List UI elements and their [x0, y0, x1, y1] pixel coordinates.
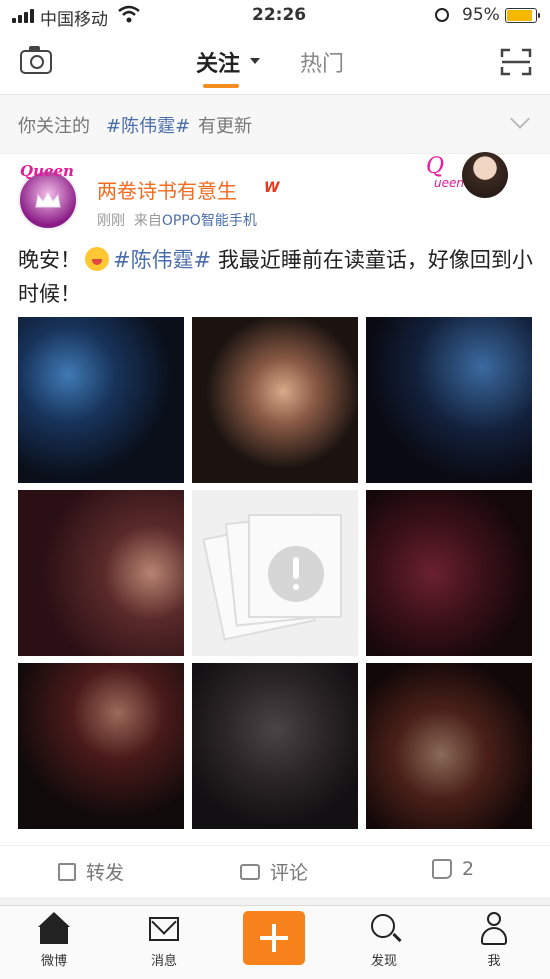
- repost-button[interactable]: 转发: [58, 858, 124, 885]
- crown-icon: [35, 192, 61, 208]
- tab-me[interactable]: 我: [464, 912, 524, 969]
- tab-home-label: 微博: [40, 954, 67, 969]
- post-time: 刚刚: [97, 213, 125, 229]
- mail-icon: [147, 912, 181, 946]
- post-meta: 刚刚 来自OPPO智能手机: [97, 210, 257, 230]
- source-prefix: 来自: [133, 213, 162, 229]
- tab-messages-label: 消息: [150, 954, 177, 969]
- notice-prefix: 你关注的: [18, 116, 90, 137]
- tab-follow[interactable]: 关注: [196, 46, 240, 78]
- comment-label: 评论: [270, 862, 309, 884]
- tab-active-indicator: [203, 84, 239, 88]
- repost-label: 转发: [86, 862, 125, 884]
- home-icon: [37, 912, 71, 946]
- camera-icon[interactable]: [20, 46, 52, 74]
- feed-divider: [0, 897, 550, 905]
- post-image-failed[interactable]: [192, 490, 358, 656]
- tab-messages[interactable]: 消息: [134, 912, 194, 969]
- post-source[interactable]: OPPO智能手机: [162, 213, 257, 229]
- alert-icon: [268, 546, 324, 602]
- search-icon: [367, 912, 401, 946]
- post-image[interactable]: [192, 317, 358, 483]
- comment-icon: [240, 863, 260, 880]
- post-hashtag[interactable]: #陈伟霆#: [113, 248, 211, 272]
- image-grid: [18, 317, 532, 829]
- thumbs-up-icon: [432, 859, 452, 879]
- post-image[interactable]: [366, 317, 532, 483]
- emoji-icon: [85, 247, 109, 271]
- like-button[interactable]: 2: [432, 858, 474, 880]
- post-text-before: 晚安！: [18, 248, 81, 272]
- avatar-text: Queen: [20, 162, 74, 180]
- compose-button[interactable]: [243, 911, 305, 965]
- signal-icon: [12, 9, 34, 23]
- member-badge[interactable]: W: [264, 180, 279, 196]
- tab-discover[interactable]: 发现: [354, 912, 414, 969]
- post-image[interactable]: [192, 663, 358, 829]
- top-nav: 关注 热门: [0, 32, 550, 95]
- tab-hot[interactable]: 热门: [300, 46, 344, 78]
- scan-icon[interactable]: [500, 48, 532, 76]
- tab-discover-label: 发现: [370, 954, 397, 969]
- username[interactable]: 两卷诗书有意生: [97, 175, 237, 204]
- chevron-down-icon[interactable]: [510, 109, 530, 129]
- avatar[interactable]: Queen: [18, 162, 80, 232]
- comment-button[interactable]: 评论: [240, 858, 308, 885]
- chevron-down-icon[interactable]: [250, 58, 260, 64]
- battery-percent: 95%: [462, 5, 500, 25]
- post-image[interactable]: [18, 317, 184, 483]
- person-icon: [477, 912, 511, 946]
- repost-icon: [58, 862, 76, 881]
- post-text: 晚安！ #陈伟霆# 我最近睡前在读童话，好像回到小时候！: [18, 243, 533, 311]
- update-notice[interactable]: 你关注的 #陈伟霆# 有更新: [0, 95, 550, 154]
- rotation-lock-icon: [435, 8, 449, 22]
- notice-hashtag[interactable]: #陈伟霆#: [106, 112, 190, 138]
- clock: 22:26: [252, 5, 307, 25]
- card-badge-sub: ueen: [434, 176, 464, 190]
- wifi-icon: [118, 5, 140, 23]
- card-badge[interactable]: Q ueen: [422, 150, 512, 200]
- post-actions: 转发 评论 2: [0, 845, 550, 898]
- carrier-label: 中国移动: [40, 10, 108, 30]
- status-bar: 中国移动 22:26 95%: [0, 0, 550, 32]
- notice-suffix: 有更新: [198, 116, 252, 137]
- like-count: 2: [462, 858, 475, 880]
- post-image[interactable]: [18, 490, 184, 656]
- post-image[interactable]: [366, 490, 532, 656]
- tab-me-label: 我: [487, 954, 501, 969]
- tab-home[interactable]: 微博: [24, 912, 84, 969]
- post-image[interactable]: [366, 663, 532, 829]
- card-badge-image: [462, 152, 508, 198]
- battery-icon: [505, 8, 540, 23]
- post-image[interactable]: [18, 663, 184, 829]
